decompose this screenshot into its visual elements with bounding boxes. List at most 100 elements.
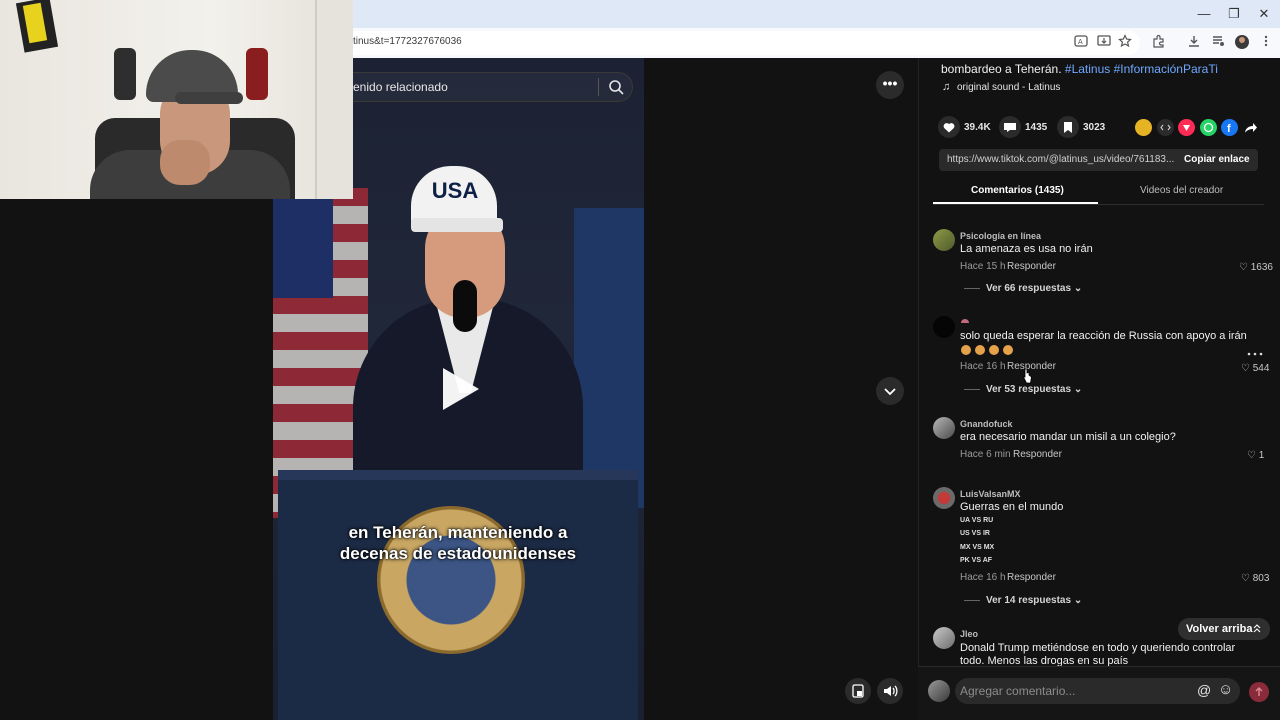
- reply-button[interactable]: Responder: [1007, 572, 1056, 583]
- comment-username[interactable]: Jleo: [960, 629, 978, 639]
- profile-avatar-icon[interactable]: [1234, 34, 1250, 50]
- comment-like-count: 1: [1258, 450, 1265, 461]
- webcam-overlay: [0, 0, 353, 199]
- hashtag-informacion[interactable]: #InformaciónParaTi: [1114, 62, 1218, 76]
- volume-button[interactable]: [877, 678, 903, 704]
- comment-text: solo queda esperar la reacción de Russia…: [960, 330, 1247, 342]
- comment-line: US VS IR: [960, 530, 990, 537]
- pip-icon: [852, 684, 864, 698]
- play-icon[interactable]: [443, 368, 479, 410]
- close-window-button[interactable]: ✕: [1256, 6, 1272, 22]
- comment-time: Hace 16 h: [960, 361, 1006, 372]
- heart-icon: ♡: [1247, 450, 1256, 461]
- cap-lettering: USA: [431, 178, 479, 203]
- repost-icon[interactable]: [1135, 119, 1152, 136]
- avatar[interactable]: [933, 229, 955, 251]
- comment-username[interactable]: Psicología en línea: [960, 231, 1041, 241]
- share-link-text[interactable]: https://www.tiktok.com/@latinus_us/video…: [947, 154, 1174, 165]
- comment-options-icon[interactable]: [1247, 346, 1263, 360]
- media-controls-icon[interactable]: [1210, 34, 1226, 50]
- replies-line: [964, 288, 980, 289]
- tab-active-indicator: [933, 202, 1098, 204]
- downloads-icon[interactable]: [1186, 34, 1202, 50]
- share-arrow-icon[interactable]: [1242, 119, 1259, 136]
- facebook-icon[interactable]: f: [1221, 119, 1238, 136]
- heart-icon: ♡: [1241, 573, 1250, 584]
- comment-username-icon[interactable]: [960, 318, 970, 328]
- hashtag-latinus[interactable]: #Latinus: [1065, 62, 1110, 76]
- avatar[interactable]: [933, 487, 955, 509]
- comment-like[interactable]: ♡ 1636: [1239, 262, 1273, 273]
- caption-line-1: en Teherán, manteniendo a: [348, 523, 568, 542]
- view-replies-button[interactable]: Ver 14 respuestas ⌄: [986, 595, 1082, 606]
- save-button[interactable]: [1057, 116, 1079, 138]
- heart-icon: ♡: [1239, 262, 1248, 273]
- chevron-down-icon: [884, 388, 896, 396]
- chevron-down-icon: ⌄: [1073, 595, 1083, 606]
- comment-username[interactable]: Gnandofuck: [960, 419, 1013, 429]
- url-text[interactable]: tinus&t=1772327676036: [353, 36, 462, 47]
- tabs-divider: [933, 204, 1264, 205]
- install-app-icon[interactable]: [1096, 34, 1112, 50]
- comment-button[interactable]: [999, 116, 1021, 138]
- emoji-icon: [1003, 345, 1013, 355]
- view-replies-button[interactable]: Ver 66 respuestas ⌄: [986, 283, 1082, 294]
- chevron-up-icon: [1253, 622, 1261, 637]
- heart-icon: ♡: [1241, 363, 1250, 374]
- back-to-top-label[interactable]: Volver arriba: [1186, 623, 1252, 635]
- figurine-left: [114, 48, 136, 100]
- browser-menu-icon[interactable]: [1258, 34, 1274, 50]
- next-video-button[interactable]: [876, 377, 904, 405]
- view-replies-button[interactable]: Ver 53 respuestas ⌄: [986, 384, 1082, 395]
- send-to-friends-icon[interactable]: [1178, 119, 1195, 136]
- search-text[interactable]: enido relacionado: [353, 80, 448, 94]
- microphone: [453, 280, 477, 332]
- comment-text-line1: Donald Trump metiéndose en todo y querie…: [960, 642, 1236, 654]
- comment-text: era necesario mandar un misil a un coleg…: [960, 431, 1176, 443]
- comment-username[interactable]: LuisValsanMX: [960, 489, 1021, 499]
- comment-like[interactable]: ♡ 803: [1241, 573, 1269, 584]
- tab-comments[interactable]: Comentarios (1435): [971, 185, 1064, 196]
- like-button[interactable]: [938, 116, 960, 138]
- comment-like[interactable]: ♡ 1: [1247, 450, 1264, 461]
- video-description: bombardeo a Teherán. #Latinus #Informaci…: [941, 62, 1218, 76]
- caption-line-2: decenas de estadounidenses: [339, 544, 577, 563]
- comment-line: MX VS MX: [960, 544, 995, 551]
- presidential-flag-right: [574, 208, 644, 508]
- avatar[interactable]: [933, 316, 955, 338]
- avatar[interactable]: [933, 627, 955, 649]
- webcam-door: [315, 0, 353, 199]
- extensions-icon[interactable]: [1151, 34, 1167, 50]
- search-icon[interactable]: [606, 77, 626, 97]
- chevron-down-icon: ⌄: [1073, 283, 1083, 294]
- avatar[interactable]: [933, 417, 955, 439]
- translate-icon[interactable]: A: [1073, 34, 1089, 50]
- post-comment-button[interactable]: [1249, 682, 1269, 702]
- comment-count: 1435: [1025, 122, 1048, 133]
- tab-creator-videos[interactable]: Videos del creador: [1140, 185, 1223, 196]
- copy-link-button[interactable]: Copiar enlace: [1184, 154, 1250, 165]
- avatar: [928, 680, 950, 702]
- bookmark-star-icon[interactable]: [1117, 34, 1133, 50]
- comment-like-count: 1636: [1250, 262, 1273, 273]
- comment-like[interactable]: ♡ 544: [1241, 363, 1269, 374]
- more-options-button[interactable]: •••: [876, 71, 904, 99]
- hand-cursor-icon: [1022, 368, 1032, 384]
- whatsapp-icon[interactable]: [1200, 119, 1217, 136]
- emoji-icon: [975, 345, 985, 355]
- restore-button[interactable]: ❐: [1226, 6, 1242, 22]
- description-text: bombardeo a Teherán.: [941, 62, 1062, 76]
- reply-button[interactable]: Responder: [1013, 449, 1062, 460]
- volume-icon: [884, 685, 898, 697]
- mention-icon[interactable]: @: [1197, 682, 1211, 698]
- pip-button[interactable]: [845, 678, 871, 704]
- embed-icon[interactable]: [1157, 119, 1174, 136]
- sound-link[interactable]: original sound - Latinus: [957, 82, 1060, 93]
- emoji-picker-icon[interactable]: ☺: [1218, 681, 1233, 698]
- reply-button[interactable]: Responder: [1007, 261, 1056, 272]
- minimize-button[interactable]: —: [1196, 6, 1212, 22]
- svg-text:A: A: [1078, 39, 1083, 46]
- comment-input-placeholder[interactable]: Agregar comentario...: [960, 684, 1075, 698]
- like-count: 39.4K: [964, 122, 991, 133]
- video-caption: en Teherán, manteniendo a decenas de est…: [288, 522, 628, 564]
